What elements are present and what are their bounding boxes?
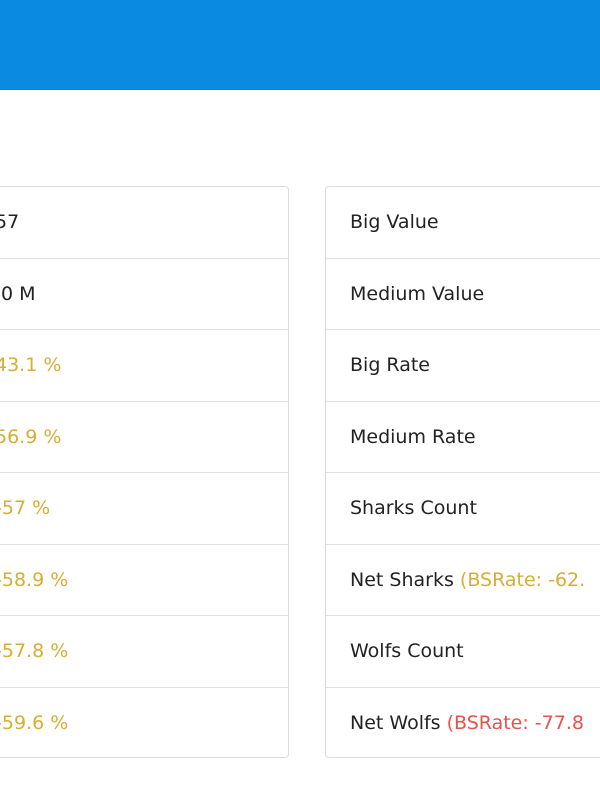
big-value: 57 <box>0 211 20 234</box>
wolfs-count-label: Wolfs Count <box>350 640 464 663</box>
label-row-sharks-count: Sharks Count <box>326 473 600 545</box>
medium-value-label: Medium Value <box>350 282 485 305</box>
sharks-count-value: -57 % <box>0 497 51 520</box>
top-header-bar <box>0 0 600 90</box>
label-row-net-sharks: Net Sharks (BSRate: -62. <box>326 545 600 616</box>
label-row-big-value: Big Value <box>326 187 600 259</box>
medium-rate-value: 56.9 % <box>0 425 62 448</box>
values-panel: 57 .0 M 43.1 % 56.9 % -57 % -58.9 % -57.… <box>0 186 289 758</box>
sharks-count-label: Sharks Count <box>350 497 477 520</box>
net-sharks-value: -58.9 % <box>0 568 69 591</box>
big-rate-label: Big Rate <box>350 354 430 377</box>
value-row-medium-value: .0 M <box>0 259 288 330</box>
net-wolfs-label: Net Wolfs <box>350 712 441 735</box>
label-row-big-rate: Big Rate <box>326 330 600 402</box>
medium-value: .0 M <box>0 282 36 305</box>
label-row-wolfs-count: Wolfs Count <box>326 616 600 688</box>
big-rate-value: 43.1 % <box>0 354 62 377</box>
value-row-wolfs-count: -57.8 % <box>0 616 288 688</box>
net-wolfs-bsrate: (BSRate: -77.8 <box>446 712 584 735</box>
value-row-net-wolfs: -59.6 % <box>0 688 288 758</box>
big-value-label: Big Value <box>350 211 439 234</box>
labels-panel: Big Value Medium Value Big Rate Medium R… <box>325 186 600 758</box>
value-row-sharks-count: -57 % <box>0 473 288 545</box>
value-row-big-rate: 43.1 % <box>0 330 288 402</box>
net-wolfs-value: -59.6 % <box>0 712 69 735</box>
label-row-net-wolfs: Net Wolfs (BSRate: -77.8 <box>326 688 600 758</box>
value-row-big-value: 57 <box>0 187 288 259</box>
net-sharks-bsrate: (BSRate: -62. <box>459 568 586 591</box>
net-sharks-label: Net Sharks <box>350 568 454 591</box>
value-row-medium-rate: 56.9 % <box>0 402 288 473</box>
label-row-medium-value: Medium Value <box>326 259 600 330</box>
wolfs-count-value: -57.8 % <box>0 640 69 663</box>
label-row-medium-rate: Medium Rate <box>326 402 600 473</box>
value-row-net-sharks: -58.9 % <box>0 545 288 616</box>
medium-rate-label: Medium Rate <box>350 425 476 448</box>
